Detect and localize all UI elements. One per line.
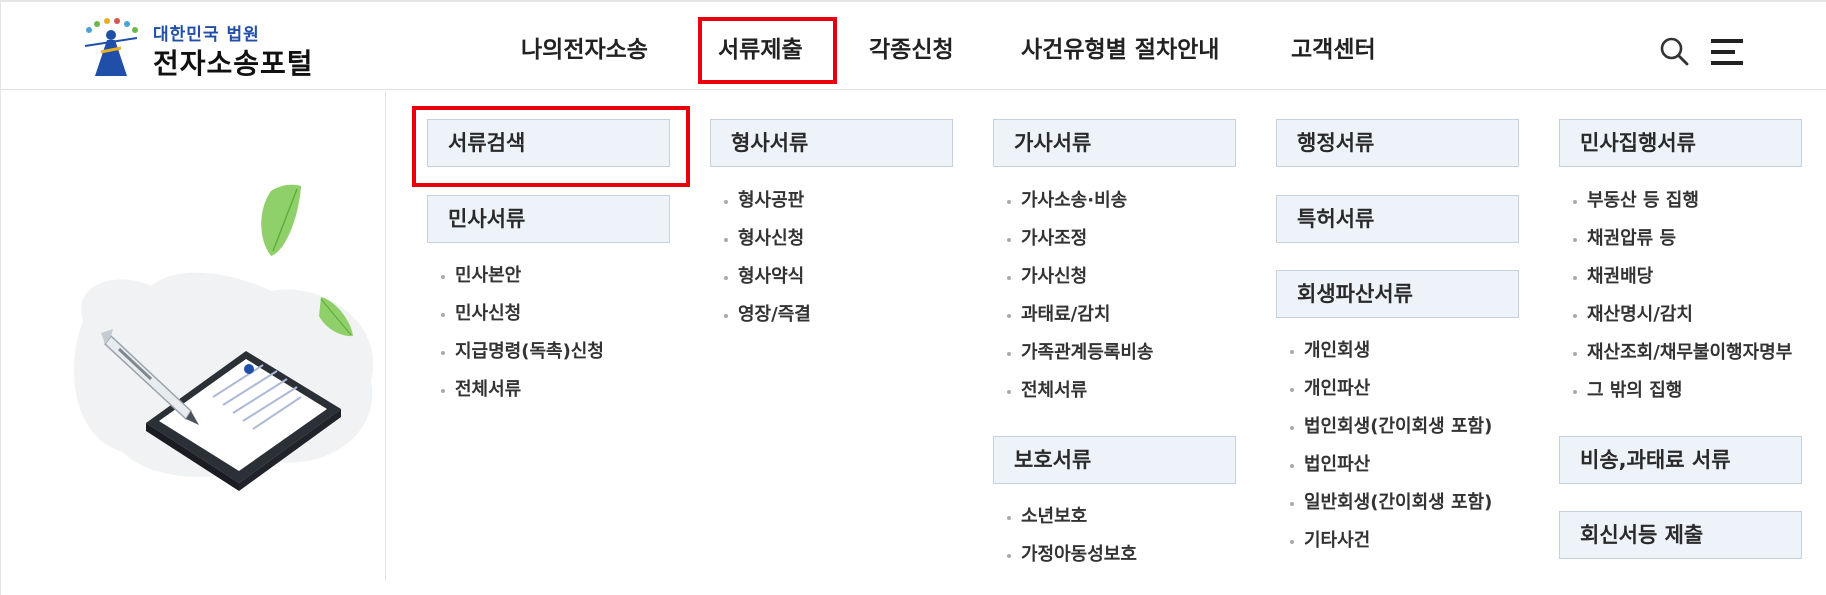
nav-case-type-guide[interactable]: 사건유형별 절차안내 [1021, 30, 1219, 64]
list-item[interactable]: 가사소송·비송 [1007, 188, 1153, 226]
list-item[interactable]: 민사본안 [441, 263, 604, 301]
list-item[interactable]: 영장/즉결 [724, 302, 811, 340]
logo-title: 전자소송포털 [153, 47, 314, 80]
list-item[interactable]: 부동산 등 집행 [1573, 188, 1792, 226]
category-patent-documents[interactable]: 특허서류 [1276, 195, 1519, 243]
menu-button[interactable] [1711, 39, 1745, 65]
court-emblem-icon [84, 18, 138, 76]
list-item[interactable]: 개인회생 [1290, 338, 1492, 376]
category-administrative-documents[interactable]: 행정서류 [1276, 119, 1519, 167]
category-document-search[interactable]: 서류검색 [427, 119, 670, 167]
list-item[interactable]: 개인파산 [1290, 376, 1492, 414]
category-civil-execution-documents[interactable]: 민사집행서류 [1559, 119, 1802, 167]
search-icon [1660, 37, 1689, 66]
list-item[interactable]: 일반회생(간이회생 포함) [1290, 490, 1492, 528]
list-item[interactable]: 형사약식 [724, 264, 811, 302]
header: 대한민국 법원 전자소송포털 나의전자소송 서류제출 각종신청 사건유형별 절차… [1, 2, 1826, 90]
category-family-documents[interactable]: 가사서류 [993, 119, 1236, 167]
list-item[interactable]: 재산조회/채무불이행자명부 [1573, 340, 1792, 378]
protection-documents-list: 소년보호 가정아동성보호 [1007, 504, 1137, 580]
civil-documents-list: 민사본안 민사신청 지급명령(독촉)신청 전체서류 [441, 263, 604, 415]
nav-applications[interactable]: 각종신청 [869, 30, 954, 64]
tablet-illustration [73, 184, 374, 491]
list-item[interactable]: 가족관계등록비송 [1007, 340, 1153, 378]
category-criminal-documents[interactable]: 형사서류 [710, 119, 953, 167]
category-noncontentious-fine-documents[interactable]: 비송,과태료 서류 [1559, 436, 1802, 484]
list-item[interactable]: 법인파산 [1290, 452, 1492, 490]
search-button[interactable] [1659, 36, 1689, 66]
family-documents-list: 가사소송·비송 가사조정 가사신청 과태료/감치 가족관계등록비송 전체서류 [1007, 188, 1153, 416]
list-item[interactable]: 과태료/감치 [1007, 302, 1153, 340]
list-item[interactable]: 전체서류 [1007, 378, 1153, 416]
list-item[interactable]: 형사공판 [724, 188, 811, 226]
list-item[interactable]: 민사신청 [441, 301, 604, 339]
illustration-panel [1, 91, 386, 581]
list-item[interactable]: 가정아동성보호 [1007, 542, 1137, 580]
rehabilitation-bankruptcy-list: 개인회생 개인파산 법인회생(간이회생 포함) 법인파산 일반회생(간이회생 포… [1290, 338, 1492, 566]
list-item[interactable]: 지급명령(독촉)신청 [441, 339, 604, 377]
list-item[interactable]: 가사조정 [1007, 226, 1153, 264]
list-item[interactable]: 가사신청 [1007, 264, 1153, 302]
list-item[interactable]: 채권압류 등 [1573, 226, 1792, 264]
list-item[interactable]: 재산명시/감치 [1573, 302, 1792, 340]
list-item[interactable]: 법인회생(간이회생 포함) [1290, 414, 1492, 452]
category-civil-documents[interactable]: 민사서류 [427, 195, 670, 243]
list-item[interactable]: 그 밖의 집행 [1573, 378, 1792, 416]
category-rehabilitation-bankruptcy-documents[interactable]: 회생파산서류 [1276, 270, 1519, 318]
nav-my-ecourt[interactable]: 나의전자소송 [521, 30, 648, 64]
nav-document-submission[interactable]: 서류제출 [718, 30, 803, 64]
category-protection-documents[interactable]: 보호서류 [993, 436, 1236, 484]
civil-execution-list: 부동산 등 집행 채권압류 등 채권배당 재산명시/감치 재산조회/채무불이행자… [1573, 188, 1792, 416]
site-logo[interactable]: 대한민국 법원 전자소송포털 [81, 16, 321, 80]
list-item[interactable]: 형사신청 [724, 226, 811, 264]
nav-customer-center[interactable]: 고객센터 [1291, 30, 1376, 64]
page-frame: 대한민국 법원 전자소송포털 나의전자소송 서류제출 각종신청 사건유형별 절차… [0, 0, 1826, 595]
list-item[interactable]: 기타사건 [1290, 528, 1492, 566]
list-item[interactable]: 소년보호 [1007, 504, 1137, 542]
category-reply-submission[interactable]: 회신서등 제출 [1559, 511, 1802, 559]
criminal-documents-list: 형사공판 형사신청 형사약식 영장/즉결 [724, 188, 811, 340]
list-item[interactable]: 전체서류 [441, 377, 604, 415]
list-item[interactable]: 채권배당 [1573, 264, 1792, 302]
hamburger-menu-icon [1711, 39, 1743, 65]
